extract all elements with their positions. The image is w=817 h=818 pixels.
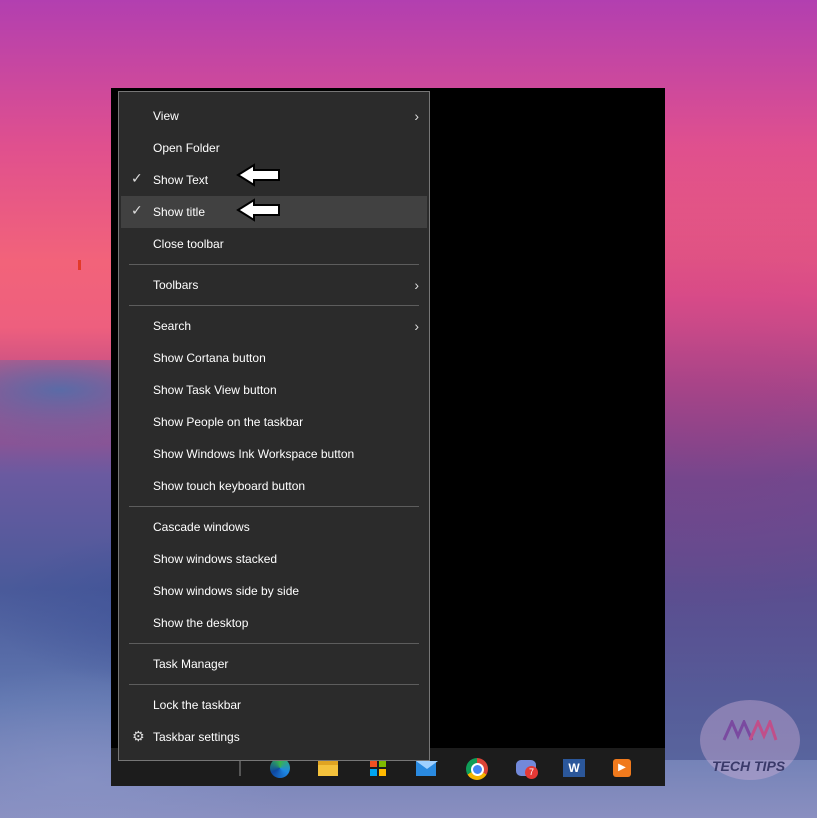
word-icon[interactable]: W [563,758,585,778]
menu-item-label: View [153,109,179,123]
menu-item-label: Show Cortana button [153,351,266,365]
discord-badge: 7 [525,766,538,779]
pointer-arrow-icon [236,198,280,222]
menu-item-show-people[interactable]: Show People on the taskbar [121,406,427,438]
menu-item-label: Show touch keyboard button [153,479,306,493]
gear-icon: ⚙ [132,728,145,744]
word-letter: W [563,759,585,777]
media-player-icon[interactable]: ▶ [612,758,632,778]
watermark-text: TECH TIPS [712,758,786,774]
menu-item-toolbars[interactable]: Toolbars › [121,269,427,301]
menu-item-show-the-desktop[interactable]: Show the desktop [121,607,427,639]
chevron-right-icon: › [414,318,419,334]
menu-item-view[interactable]: View › [121,100,427,132]
menu-item-show-windows-stacked[interactable]: Show windows stacked [121,543,427,575]
menu-item-label: Show Windows Ink Workspace button [153,447,355,461]
menu-item-show-task-view-button[interactable]: Show Task View button [121,374,427,406]
menu-item-label: Search [153,319,192,333]
checkmark-icon: ✓ [131,202,143,218]
menu-item-label: Close toolbar [153,237,224,251]
edge-icon[interactable] [270,758,290,778]
store-icon[interactable] [368,758,388,778]
menu-item-lock-the-taskbar[interactable]: Lock the taskbar [121,689,427,721]
mail-icon[interactable] [416,758,438,778]
chrome-icon[interactable] [466,758,488,780]
menu-item-show-ink-workspace[interactable]: Show Windows Ink Workspace button [121,438,427,470]
chevron-right-icon: › [414,277,419,293]
red-marker [78,260,81,270]
menu-item-taskbar-settings[interactable]: ⚙ Taskbar settings [121,721,427,753]
menu-item-cascade-windows[interactable]: Cascade windows [121,511,427,543]
menu-separator [129,506,419,507]
menu-item-label: Show People on the taskbar [153,415,304,429]
file-explorer-icon[interactable] [318,758,338,778]
menu-item-label: Toolbars [153,278,199,292]
menu-item-label: Show Task View button [153,383,277,397]
menu-item-label: Show windows stacked [153,552,278,566]
menu-item-show-windows-side-by-side[interactable]: Show windows side by side [121,575,427,607]
menu-item-label: Cascade windows [153,520,250,534]
menu-item-label: Show Text [153,173,209,187]
taskbar-separator[interactable] [239,760,241,776]
menu-item-task-manager[interactable]: Task Manager [121,648,427,680]
menu-item-label: Open Folder [153,141,220,155]
menu-item-label: Show the desktop [153,616,249,630]
checkmark-icon: ✓ [131,170,143,186]
menu-separator [129,264,419,265]
menu-item-label: Taskbar settings [153,730,240,744]
watermark-logo: TECH TIPS [700,700,800,780]
menu-separator [129,305,419,306]
menu-item-close-toolbar[interactable]: Close toolbar [121,228,427,260]
menu-item-show-touch-keyboard[interactable]: Show touch keyboard button [121,470,427,502]
chevron-right-icon: › [414,108,419,124]
menu-separator [129,643,419,644]
menu-item-label: Show title [153,205,206,219]
logo-mark-icon [722,720,778,741]
menu-item-label: Lock the taskbar [153,698,242,712]
menu-item-search[interactable]: Search › [121,310,427,342]
menu-item-show-cortana-button[interactable]: Show Cortana button [121,342,427,374]
menu-item-open-folder[interactable]: Open Folder [121,132,427,164]
menu-item-label: Task Manager [153,657,229,671]
menu-separator [129,684,419,685]
pointer-arrow-icon [236,163,280,187]
menu-item-label: Show windows side by side [153,584,300,598]
taskbar-context-menu: View › Open Folder ✓ Show Text ✓ Show ti… [118,91,430,761]
